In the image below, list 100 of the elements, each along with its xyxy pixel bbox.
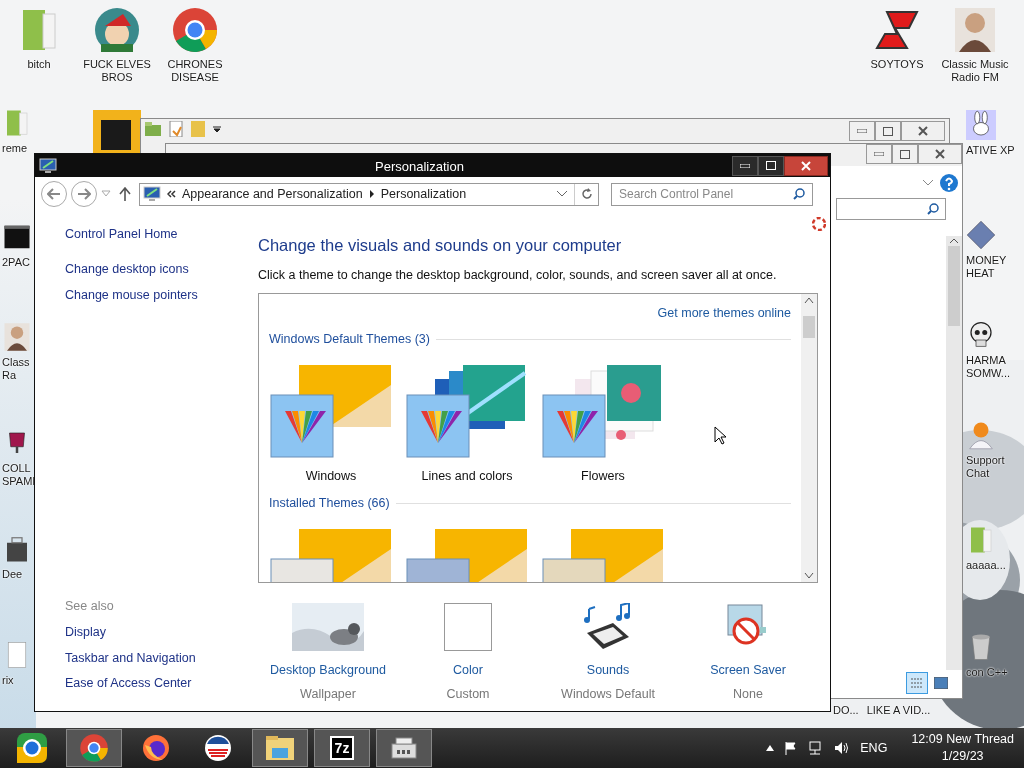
flag-icon[interactable] bbox=[784, 741, 799, 755]
group-header[interactable]: Windows Default Themes (3) bbox=[269, 330, 430, 349]
sidebar-link[interactable]: Change mouse pointers bbox=[65, 285, 258, 305]
icon-label[interactable]: LIKE A VID... bbox=[866, 704, 931, 717]
close-icon bbox=[801, 160, 811, 171]
setting-link[interactable]: Desktop Background bbox=[269, 660, 386, 680]
scroll-up-icon bbox=[804, 295, 814, 304]
rising-sun-logo-icon bbox=[203, 733, 233, 763]
control-panel-icon bbox=[143, 186, 161, 202]
help-icon bbox=[940, 174, 958, 192]
minimize-button[interactable] bbox=[732, 155, 758, 176]
icon-label[interactable]: SOYTOYS bbox=[870, 58, 924, 71]
speaker-notes-icon bbox=[583, 602, 633, 651]
scrollbar[interactable] bbox=[801, 293, 817, 582]
icon-label[interactable]: con C++ bbox=[966, 666, 1008, 679]
scroll-up-icon bbox=[949, 236, 959, 246]
image-icon bbox=[934, 677, 948, 689]
icon-label[interactable]: Dee bbox=[2, 568, 23, 581]
maximize-button[interactable] bbox=[875, 121, 901, 141]
theme-preview[interactable] bbox=[405, 365, 529, 459]
icon-label[interactable]: Classic Music Radio FM bbox=[936, 58, 1014, 84]
clock[interactable]: 12:09 New Thread 1/29/23 bbox=[911, 731, 1014, 765]
page-heading: Change the visuals and sounds on your computer bbox=[258, 235, 623, 256]
folder-icon bbox=[191, 121, 205, 137]
scroll-thumb[interactable] bbox=[948, 246, 960, 326]
close-icon bbox=[918, 126, 928, 136]
theme-name[interactable]: Flowers bbox=[581, 467, 625, 486]
icon-label[interactable]: HARMA SOMW... bbox=[966, 354, 1022, 380]
sidebar-link[interactable]: Taskbar and Navigation bbox=[65, 648, 258, 668]
scrollbar[interactable] bbox=[946, 236, 962, 670]
browser-logo-icon bbox=[79, 733, 109, 763]
mouse-pointer-icon bbox=[714, 426, 726, 445]
help-icon[interactable] bbox=[812, 217, 826, 231]
maximize-icon bbox=[766, 161, 776, 170]
control-panel-icon bbox=[39, 157, 57, 174]
address-bar[interactable]: Appearance and Personalization Personalization bbox=[139, 182, 599, 206]
language-indicator[interactable]: ENG bbox=[860, 738, 888, 758]
browser-logo-icon bbox=[171, 6, 219, 54]
setting-value: Wallpaper bbox=[300, 686, 356, 704]
show-hidden-icons-icon[interactable] bbox=[766, 745, 775, 751]
icon-label[interactable]: aaaaa... bbox=[966, 559, 1006, 572]
ornament-icon bbox=[93, 6, 141, 54]
chevron-down-icon[interactable] bbox=[556, 190, 568, 198]
setting-link[interactable]: Color bbox=[453, 660, 483, 680]
diamond-icon bbox=[966, 220, 996, 250]
search-icon bbox=[793, 188, 805, 200]
minimize-icon bbox=[857, 129, 867, 133]
sidebar-link[interactable]: Ease of Access Center bbox=[65, 674, 258, 693]
scroll-thumb[interactable] bbox=[803, 315, 815, 338]
icon-label[interactable]: Support Chat bbox=[966, 454, 1022, 480]
taskbar-button[interactable] bbox=[376, 729, 432, 767]
breadcrumb-arrow-icon bbox=[368, 190, 375, 198]
chevron-down-icon bbox=[922, 179, 934, 187]
maximize-icon bbox=[883, 126, 893, 136]
close-button[interactable] bbox=[784, 155, 828, 176]
arrow-up-icon[interactable] bbox=[119, 187, 131, 201]
sidebar-link[interactable]: Control Panel Home bbox=[65, 225, 258, 244]
maximize-button[interactable] bbox=[758, 155, 784, 176]
icon-label[interactable]: rix bbox=[2, 674, 14, 687]
sidebar-link[interactable]: Display bbox=[65, 622, 258, 642]
theme-name[interactable]: Windows bbox=[305, 467, 357, 486]
list-icon bbox=[910, 677, 924, 689]
icon-label[interactable]: MONEY HEAT bbox=[966, 254, 1022, 280]
fox-globe-icon bbox=[141, 733, 171, 763]
search-icon bbox=[927, 203, 939, 215]
bunny-icon bbox=[966, 110, 996, 140]
search-field[interactable]: Search Control Panel bbox=[611, 182, 813, 206]
icon-label[interactable]: CHRONES DISEASE bbox=[156, 58, 234, 84]
icon-label[interactable]: reme bbox=[2, 142, 28, 155]
setting-value: None bbox=[733, 686, 763, 704]
maximize-icon bbox=[900, 149, 910, 159]
theme-name[interactable]: Lines and colors bbox=[421, 467, 513, 486]
icon-label[interactable]: DO... bbox=[833, 704, 859, 717]
minimize-icon bbox=[740, 163, 750, 168]
search-field[interactable] bbox=[836, 198, 946, 220]
icon-label[interactable]: ATIVE XP bbox=[966, 144, 1015, 157]
icon-label[interactable]: COLL SPAMI bbox=[2, 462, 36, 488]
icon-label[interactable]: Class Ra bbox=[2, 356, 35, 382]
breadcrumb-item[interactable]: Personalization bbox=[380, 184, 467, 204]
properties-icon bbox=[169, 121, 183, 137]
get-themes-link[interactable]: Get more themes online bbox=[657, 303, 791, 323]
theme-preview[interactable] bbox=[269, 365, 393, 459]
double-chevron-icon bbox=[167, 190, 176, 198]
group-header[interactable]: Installed Themes (66) bbox=[269, 493, 390, 513]
volume-icon[interactable] bbox=[834, 741, 851, 755]
icon-label[interactable]: FUCK ELVES BROS bbox=[78, 58, 156, 84]
folder-icon bbox=[264, 734, 296, 762]
setting-link[interactable]: Sounds bbox=[586, 660, 630, 680]
sidebar-link[interactable]: Change desktop icons bbox=[65, 259, 258, 279]
setting-link[interactable]: Screen Saver bbox=[710, 660, 786, 680]
setting-value: Windows Default bbox=[561, 686, 655, 704]
arrow-right-icon bbox=[77, 188, 91, 200]
taskbar-button[interactable]: 7z bbox=[314, 729, 370, 767]
folder-icon bbox=[145, 122, 161, 136]
description: Click a theme to change the desktop background, color, sounds, and screen saver all at once. bbox=[258, 266, 778, 284]
start-orb-icon bbox=[15, 731, 49, 765]
icon-label[interactable]: bitch bbox=[27, 58, 51, 71]
breadcrumb-item[interactable]: Appearance and Personalization bbox=[182, 184, 363, 204]
icon-label[interactable]: 2PAC bbox=[2, 256, 30, 269]
maximize-button[interactable] bbox=[892, 144, 918, 164]
